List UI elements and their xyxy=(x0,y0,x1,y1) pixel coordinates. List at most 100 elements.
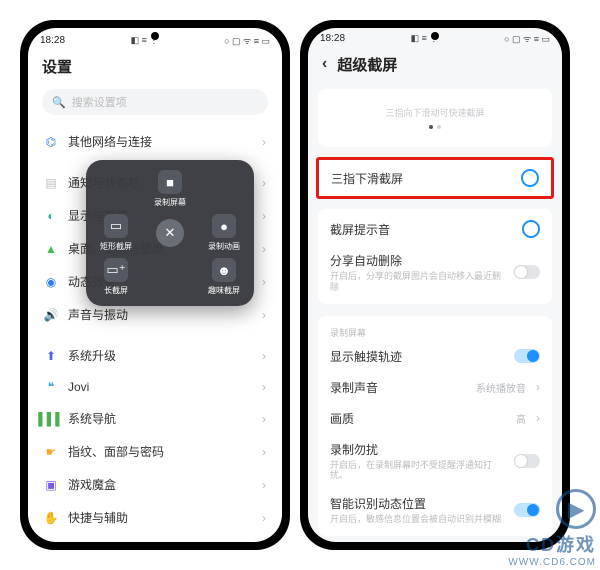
search-icon: 🔍 xyxy=(52,96,66,109)
settings-item[interactable]: 显示触摸轨迹 xyxy=(318,341,552,372)
chevron-right-icon: › xyxy=(262,135,266,149)
record-icon: ● xyxy=(212,214,236,238)
settings-item[interactable]: 截屏提示音 xyxy=(318,213,552,245)
chevron-right-icon: › xyxy=(262,380,266,394)
settings-item[interactable]: ❝ Jovi › xyxy=(28,372,282,402)
page-title: 超级截屏 xyxy=(337,54,397,75)
section-title: 录制屏幕 xyxy=(318,320,552,341)
ring-toggle[interactable] xyxy=(521,169,539,187)
status-right-icons: ○ ▢ ᯤ ≡ ▭ xyxy=(224,34,270,47)
three-finger-screenshot[interactable]: 三指下滑截屏 xyxy=(319,160,551,196)
item-label: 系统升级 xyxy=(68,347,252,364)
chevron-right-icon: › xyxy=(262,275,266,289)
toggle-switch[interactable] xyxy=(514,454,540,468)
item-sub: 开启后，在录制屏幕时不受提醒浮通知打扰。 xyxy=(330,460,504,482)
watermark-icon: ▶ xyxy=(556,489,596,529)
toggle-switch[interactable] xyxy=(514,349,540,363)
screen-left: 18:28 ◧ ≡ ⋮ ○ ▢ ᯤ ≡ ▭ 设置 🔍 搜索设置项 ⌬其他网络与连… xyxy=(28,28,282,542)
phone-left: 18:28 ◧ ≡ ⋮ ○ ▢ ᯤ ≡ ▭ 设置 🔍 搜索设置项 ⌬其他网络与连… xyxy=(20,20,290,550)
item-icon: 🔊 xyxy=(44,308,58,322)
item-sub: 开启后，敏感信息位置会被自动识别并模糊 xyxy=(330,514,504,525)
item-value: 高 xyxy=(516,411,526,426)
camera-hole xyxy=(431,32,439,40)
item-label: 指纹、面部与密码 xyxy=(68,443,252,460)
search-input[interactable]: 🔍 搜索设置项 xyxy=(42,89,268,115)
face-icon: ☻ xyxy=(212,258,236,282)
gesture-preview: 三指向下滑动可快速截屏 xyxy=(318,89,552,147)
settings-group-1: 截屏提示音分享自动删除开启后，分享的截屏图片会自动移入最近删除 xyxy=(318,209,552,304)
long-icon: ▭⁺ xyxy=(104,258,128,282)
item-icon: ▣ xyxy=(44,478,58,492)
chevron-right-icon: › xyxy=(262,511,266,525)
panel-rect-screenshot[interactable]: ▭ 矩形截屏 xyxy=(92,214,140,252)
item-label: 快捷与辅助 xyxy=(68,509,252,526)
item-icon: ✋ xyxy=(44,511,58,525)
settings-item[interactable]: ▣ 游戏魔盒 › xyxy=(28,468,282,501)
back-icon[interactable]: ‹ xyxy=(322,55,327,73)
item-icon: ◉ xyxy=(44,275,58,289)
settings-title: 设置 xyxy=(42,56,72,77)
item-label: 声音与振动 xyxy=(68,306,252,323)
panel-long-screenshot[interactable]: ▭⁺ 长截屏 xyxy=(92,258,140,296)
item-icon: ☛ xyxy=(44,445,58,459)
item-value: 系统播放音 xyxy=(476,380,526,395)
rect-icon: ▭ xyxy=(104,214,128,238)
chevron-right-icon: › xyxy=(536,411,540,425)
chevron-right-icon: › xyxy=(262,412,266,426)
panel-label: 录制动画 xyxy=(208,241,240,252)
settings-item[interactable]: ✋ 快捷与辅助 › xyxy=(28,501,282,534)
panel-label: 矩形截屏 xyxy=(100,241,132,252)
item-icon: ⬆ xyxy=(44,349,58,363)
close-icon: ✕ xyxy=(156,219,184,247)
settings-item[interactable]: 画质高 › xyxy=(318,403,552,434)
toggle-switch[interactable] xyxy=(514,265,540,279)
ring-toggle[interactable] xyxy=(522,220,540,238)
page-title: 设置 xyxy=(28,52,282,85)
item-label: 三指下滑截屏 xyxy=(331,170,511,187)
page-header: ‹ 超级截屏 xyxy=(308,50,562,83)
chevron-right-icon: › xyxy=(262,445,266,459)
chevron-right-icon: › xyxy=(262,478,266,492)
settings-item[interactable]: ☛ 指纹、面部与密码 › xyxy=(28,435,282,468)
page-dots xyxy=(429,125,441,129)
panel-label: 录制屏幕 xyxy=(154,197,186,208)
screen-right: 18:28 ◧ ≡ ⋮ ○ ▢ ᯤ ≡ ▭ ‹ 超级截屏 三指向下滑动可快速截屏… xyxy=(308,28,562,542)
panel-close[interactable]: ✕ xyxy=(146,214,194,252)
item-label: 截屏提示音 xyxy=(330,221,512,238)
panel-record-anim[interactable]: ● 录制动画 xyxy=(200,214,248,252)
chevron-right-icon: › xyxy=(262,176,266,190)
panel-record-screen[interactable]: ■ 录制屏幕 xyxy=(146,170,194,208)
item-icon: ▤ xyxy=(44,176,58,190)
item-label: 智能识别动态位置 xyxy=(330,495,504,512)
settings-item[interactable]: 录制勿扰开启后，在录制屏幕时不受提醒浮通知打扰。 xyxy=(318,434,552,489)
status-right-icons: ○ ▢ ᯤ ≡ ▭ xyxy=(504,32,550,45)
item-sub: 开启后，分享的截屏图片会自动移入最近删除 xyxy=(330,271,504,293)
item-label: 系统导航 xyxy=(68,410,252,427)
item-icon: ▌▌▌ xyxy=(44,412,58,426)
phone-right: 18:28 ◧ ≡ ⋮ ○ ▢ ᯤ ≡ ▭ ‹ 超级截屏 三指向下滑动可快速截屏… xyxy=(300,20,570,550)
camera-hole xyxy=(151,32,159,40)
watermark: ▶ CD游戏 WWW.CD6.COM xyxy=(508,489,596,568)
item-label: 分享自动删除 xyxy=(330,252,504,269)
item-label: 录制声音 xyxy=(330,379,466,396)
settings-item[interactable]: ⬆系统升级› xyxy=(28,339,282,372)
panel-fun-screenshot[interactable]: ☻ 趣味截屏 xyxy=(200,258,248,296)
item-label: Jovi xyxy=(68,380,252,394)
chevron-right-icon: › xyxy=(262,308,266,322)
settings-item[interactable]: 录制声音系统播放音› xyxy=(318,372,552,403)
item-label: 其他网络与连接 xyxy=(68,133,252,150)
highlighted-setting: 三指下滑截屏 xyxy=(316,157,554,199)
watermark-text2: WWW.CD6.COM xyxy=(508,557,596,568)
item-icon: ❝ xyxy=(44,380,58,394)
settings-item[interactable]: 分享自动删除开启后，分享的截屏图片会自动移入最近删除 xyxy=(318,245,552,300)
settings-item[interactable]: ⌬其他网络与连接› xyxy=(28,125,282,158)
item-label: 显示触摸轨迹 xyxy=(330,348,504,365)
settings-item[interactable]: ▌▌▌ 系统导航 › xyxy=(28,402,282,435)
status-time: 18:28 xyxy=(320,33,345,44)
status-time: 18:28 xyxy=(40,35,65,46)
watermark-text1: CD游戏 xyxy=(526,531,596,557)
preview-hint: 三指向下滑动可快速截屏 xyxy=(385,106,484,119)
screenshot-panel[interactable]: ■ 录制屏幕 ▭ 矩形截屏 ✕ ● 录制动画 ▭⁺ 长截屏 xyxy=(86,160,254,306)
item-label: 游戏魔盒 xyxy=(68,476,252,493)
item-label: 画质 xyxy=(330,410,506,427)
